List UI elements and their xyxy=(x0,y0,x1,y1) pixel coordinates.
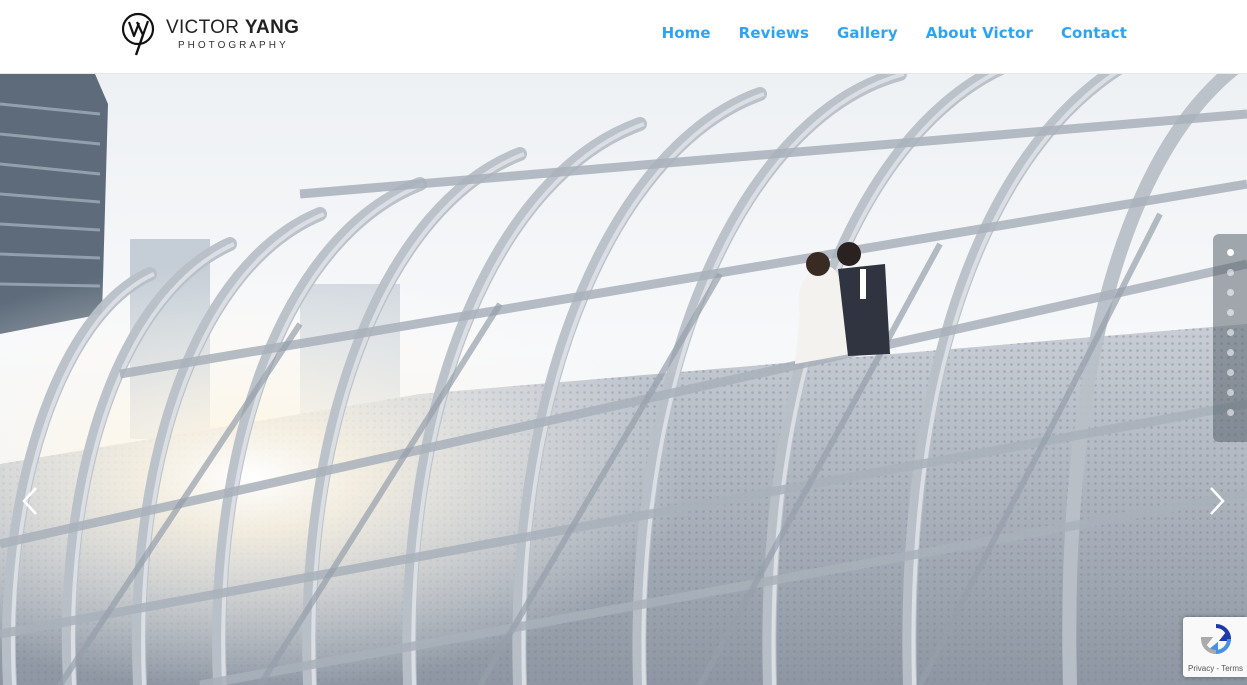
recaptcha-privacy-link[interactable]: Privacy xyxy=(1188,664,1214,673)
hero-slider xyxy=(0,74,1247,685)
slider-dot-8[interactable] xyxy=(1226,389,1234,396)
slider-dot-4[interactable] xyxy=(1226,309,1234,316)
slider-dot-9[interactable] xyxy=(1226,409,1234,416)
recaptcha-badge[interactable]: Privacy - Terms xyxy=(1183,617,1247,677)
vy-monogram-icon xyxy=(121,12,155,56)
nav-item-home: Home xyxy=(662,24,711,43)
chevron-left-icon[interactable] xyxy=(18,484,44,518)
hero-photo xyxy=(0,74,1247,685)
nav-link-home[interactable]: Home xyxy=(662,24,711,42)
site-header: VICTOR YANG PHOTOGRAPHY Home Reviews Gal… xyxy=(0,0,1247,74)
nav-link-contact[interactable]: Contact xyxy=(1061,24,1127,42)
slider-pagination xyxy=(1213,234,1247,442)
slider-dot-6[interactable] xyxy=(1226,349,1234,356)
nav-link-reviews[interactable]: Reviews xyxy=(739,24,809,42)
chevron-right-icon[interactable] xyxy=(1203,484,1229,518)
brand-name-bold: YANG xyxy=(244,16,300,38)
nav-item-gallery: Gallery xyxy=(837,24,898,43)
slider-dot-5[interactable] xyxy=(1226,329,1234,336)
recaptcha-terms-link[interactable]: Terms xyxy=(1221,664,1243,673)
nav-item-reviews: Reviews xyxy=(739,24,809,43)
main-nav: Home Reviews Gallery About Victor Contac… xyxy=(662,24,1127,43)
nav-link-gallery[interactable]: Gallery xyxy=(837,24,898,42)
brand-name-light: VICTOR xyxy=(166,16,245,38)
nav-item-about: About Victor xyxy=(926,24,1033,43)
recaptcha-icon xyxy=(1200,624,1232,655)
slider-dot-2[interactable] xyxy=(1226,269,1234,276)
nav-link-about[interactable]: About Victor xyxy=(926,24,1033,42)
slider-dot-1[interactable] xyxy=(1226,249,1234,256)
brand-subtitle: PHOTOGRAPHY xyxy=(178,39,289,51)
nav-item-contact: Contact xyxy=(1061,24,1127,43)
brand-name: VICTOR YANG xyxy=(166,18,299,37)
slider-dot-7[interactable] xyxy=(1226,369,1234,376)
site-logo[interactable]: VICTOR YANG PHOTOGRAPHY xyxy=(120,10,299,58)
slider-dot-3[interactable] xyxy=(1226,289,1234,296)
